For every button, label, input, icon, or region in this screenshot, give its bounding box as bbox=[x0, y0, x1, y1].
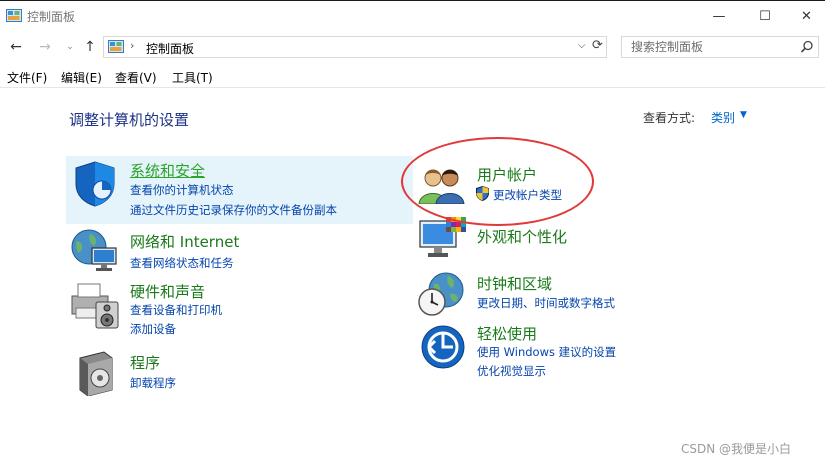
breadcrumb-control-panel[interactable]: 控制面板 bbox=[146, 40, 194, 57]
navigation-bar: ← → ⌄ ↑ › 控制面板 ⌵ ⟳ bbox=[0, 32, 825, 64]
address-dropdown-icon[interactable]: ⌵ bbox=[578, 40, 586, 51]
view-by-label: 查看方式: bbox=[643, 111, 696, 125]
link-optimize-visual-display[interactable]: 优化视觉显示 bbox=[477, 363, 546, 379]
chevron-down-icon: ⌄ bbox=[66, 42, 74, 52]
menu-bar: 文件(F) 编辑(E) 查看(V) 工具(T) bbox=[0, 66, 825, 88]
close-button[interactable]: ✕ bbox=[788, 1, 825, 31]
category-hardware-sound[interactable]: 硬件和声音 bbox=[130, 281, 205, 302]
up-button[interactable]: ↑ bbox=[81, 38, 99, 56]
annotation-circle bbox=[401, 137, 594, 226]
watermark: CSDN @我便是小白 bbox=[681, 442, 792, 456]
category-programs[interactable]: 程序 bbox=[130, 352, 160, 373]
search-icon[interactable] bbox=[800, 40, 814, 54]
close-icon: ✕ bbox=[801, 8, 812, 24]
category-appearance-personalization[interactable]: 外观和个性化 bbox=[477, 226, 567, 247]
shield-icon[interactable] bbox=[72, 160, 118, 208]
maximize-icon: ☐ bbox=[759, 8, 771, 24]
page-title: 调整计算机的设置 bbox=[69, 111, 190, 129]
program-disc-icon[interactable] bbox=[76, 350, 116, 396]
category-clock-region[interactable]: 时钟和区域 bbox=[477, 273, 552, 294]
arrow-up-icon: ↑ bbox=[84, 39, 96, 55]
category-system-security[interactable]: 系统和安全 bbox=[130, 160, 205, 181]
link-network-status[interactable]: 查看网络状态和任务 bbox=[130, 255, 234, 271]
menu-tools[interactable]: 工具(T) bbox=[172, 69, 213, 86]
menu-file[interactable]: 文件(F) bbox=[7, 69, 47, 86]
link-windows-recommended-settings[interactable]: 使用 Windows 建议的设置 bbox=[477, 344, 616, 360]
search-input[interactable] bbox=[622, 37, 792, 57]
link-uninstall-program[interactable]: 卸载程序 bbox=[130, 375, 176, 391]
window-title: 控制面板 bbox=[27, 10, 76, 24]
minimize-icon: — bbox=[712, 8, 726, 24]
search-box[interactable] bbox=[621, 36, 819, 58]
arrow-left-icon: ← bbox=[10, 39, 22, 55]
category-network-internet[interactable]: 网络和 Internet bbox=[130, 231, 239, 252]
refresh-icon[interactable]: ⟳ bbox=[592, 38, 603, 53]
ease-of-access-icon[interactable] bbox=[420, 324, 466, 370]
title-bar: 控制面板 — ☐ ✕ bbox=[0, 0, 825, 32]
breadcrumb-separator-icon[interactable]: › bbox=[130, 39, 134, 52]
link-add-device[interactable]: 添加设备 bbox=[130, 321, 176, 337]
address-bar[interactable]: › 控制面板 ⌵ ⟳ bbox=[103, 36, 607, 58]
link-file-history-backup[interactable]: 通过文件历史记录保存你的文件备份副本 bbox=[130, 202, 337, 218]
network-globe-icon[interactable] bbox=[70, 228, 120, 274]
recent-locations-button[interactable]: ⌄ bbox=[61, 38, 79, 56]
control-panel-icon bbox=[108, 40, 124, 53]
view-by-dropdown[interactable]: 类别 bbox=[711, 109, 735, 126]
back-button[interactable]: ← bbox=[7, 38, 25, 56]
control-panel-app-icon bbox=[6, 9, 22, 22]
forward-button[interactable]: → bbox=[36, 38, 54, 56]
arrow-right-icon: → bbox=[39, 39, 51, 55]
caret-down-icon[interactable]: ▼ bbox=[740, 110, 747, 120]
menu-edit[interactable]: 编辑(E) bbox=[61, 69, 102, 86]
clock-globe-icon[interactable] bbox=[418, 272, 466, 318]
maximize-button[interactable]: ☐ bbox=[742, 1, 788, 31]
minimize-button[interactable]: — bbox=[696, 1, 742, 31]
category-ease-of-access[interactable]: 轻松使用 bbox=[477, 323, 537, 344]
menu-view[interactable]: 查看(V) bbox=[115, 69, 157, 86]
link-devices-printers[interactable]: 查看设备和打印机 bbox=[130, 302, 222, 318]
link-change-date-time-format[interactable]: 更改日期、时间或数字格式 bbox=[477, 295, 615, 311]
link-view-computer-status[interactable]: 查看你的计算机状态 bbox=[130, 182, 234, 198]
printer-speaker-icon[interactable] bbox=[70, 280, 120, 330]
